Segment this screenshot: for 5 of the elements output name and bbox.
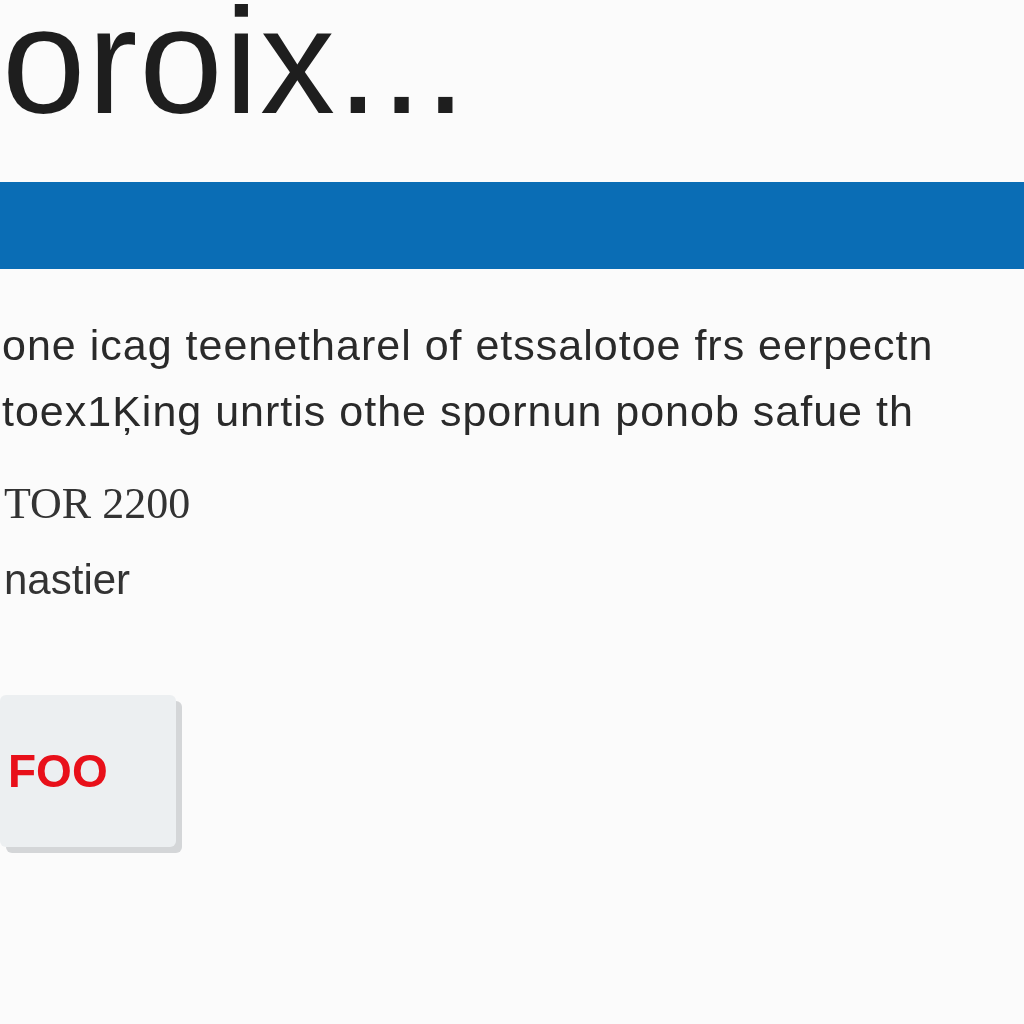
page-title: oroix... — [2, 0, 469, 136]
paragraph-line: toex1Ķing unrtis othe spornun ponob safue th — [2, 387, 915, 435]
code-text: TOR 2200 — [4, 479, 191, 529]
body-text: nastier — [4, 555, 131, 605]
paragraph-line: one icag teenetharel of etssalotoe frs eerpectn — [2, 321, 934, 369]
